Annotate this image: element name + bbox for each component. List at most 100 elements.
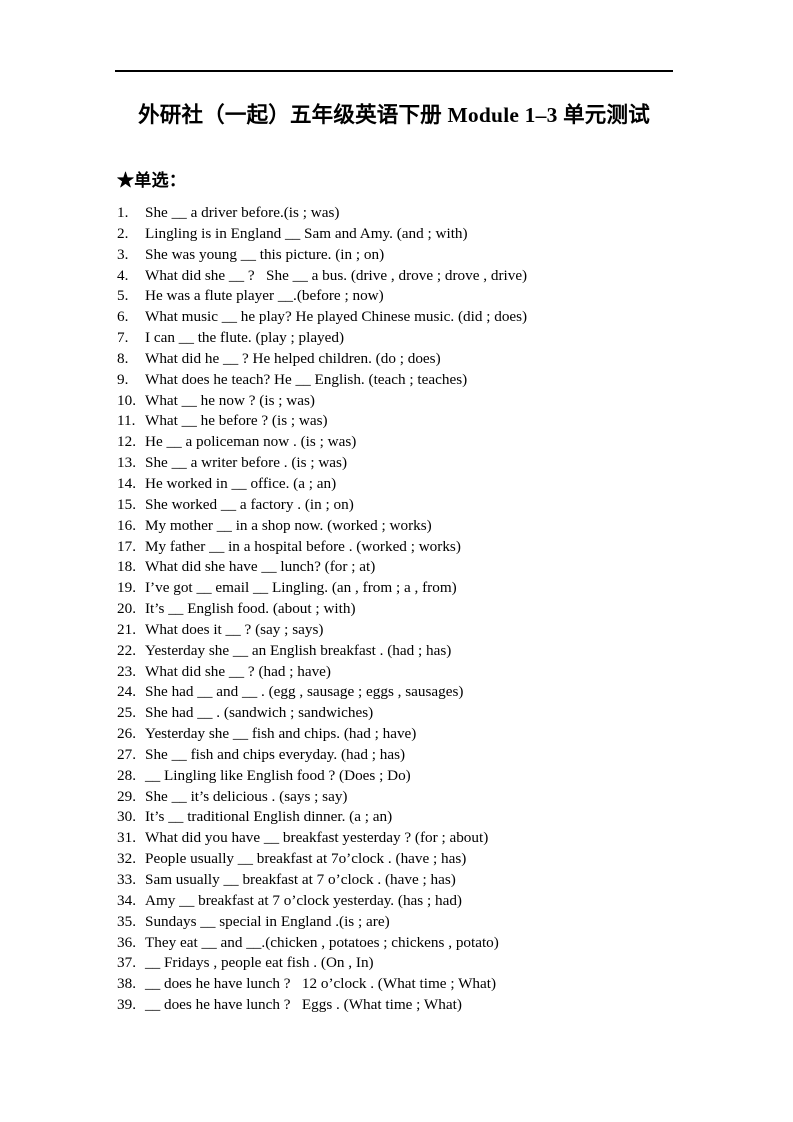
question-text: It’s __ English food. (about ; with) [145,600,356,618]
question-text: She __ a driver before.(is ; was) [145,204,340,221]
question-item: 34. Amy __ breakfast at 7 o’clock yesterd… [117,891,717,912]
question-item: 26. Yesterday she __ fish and chips. (had… [117,724,717,745]
question-item: 39. __ does he have lunch ? Eggs . (What … [117,995,717,1016]
question-text: She __ it’s delicious . (says ; say) [145,787,348,805]
question-text: What did she __ ? (had ; have) [145,662,331,680]
question-text: People usually __ breakfast at 7o’clock … [145,850,467,868]
question-number: 18. [117,558,136,576]
question-text: She had __ and __ . (egg , sausage ; egg… [145,683,464,701]
question-item: 38. __ does he have lunch ? 12 o’clock . … [117,974,717,995]
question-number: 36. [117,933,136,951]
question-text: He __ a policeman now . (is ; was) [145,433,357,451]
question-item: 28. __ Lingling like English food ? (Does… [117,766,717,787]
question-number: 31. [117,829,136,847]
page-title: 外研社（一起）五年级英语下册 Module 1–3 单元测试 [138,103,650,127]
question-item: 1. She __ a driver before.(is ; was) [117,203,717,224]
question-text: My father __ in a hospital before . (wor… [145,537,461,555]
question-item: 22. Yesterday she __ an English breakfast… [117,641,717,662]
question-text: She had __ . (sandwich ; sandwiches) [145,704,374,722]
question-text: She was young __ this picture. (in ; on) [145,245,385,263]
question-text: Sam usually __ breakfast at 7 o’clock . … [145,871,456,888]
question-number: 11. [117,412,136,430]
question-text: __ does he have lunch ? 12 o’clock . (Wh… [145,975,497,993]
question-text: She __ fish and chips everyday. (had ; h… [145,745,406,763]
question-number: 1. [117,204,129,221]
question-text: What __ he now ? (is ; was) [145,391,315,409]
question-text: He was a flute player __.(before ; now) [145,287,384,305]
question-number: 39. [117,996,136,1014]
question-number: 4. [117,266,129,284]
question-number: 2. [117,224,129,242]
question-item: 7. I can __ the flute. (play ; played) [117,328,717,349]
question-item: 24. She had __ and __ . (egg , sausage ; … [117,682,717,703]
question-number: 15. [117,495,136,513]
question-text: Amy __ breakfast at 7 o’clock yesterday.… [145,891,462,909]
question-text: What does he teach? He __ English. (teac… [145,370,468,388]
question-text: My mother __ in a shop now. (worked ; wo… [145,516,432,534]
question-item: 29. She __ it’s delicious . (says ; say) [117,787,717,808]
question-number: 14. [117,474,136,492]
question-text: Sundays __ special in England .(is ; are… [145,912,390,930]
question-number: 34. [117,891,136,909]
question-item: 9. What does he teach? He __ English. (te… [117,370,717,391]
question-item: 25. She had __ . (sandwich ; sandwiches) [117,703,717,724]
question-item: 23. What did she __ ? (had ; have) [117,662,717,683]
question-item: 4. What did she __ ? She __ a bus. (drive… [117,266,717,287]
question-item: 27. She __ fish and chips everyday. (had … [117,745,717,766]
question-item: 32. People usually __ breakfast at 7o’clo… [117,849,717,870]
question-text: It’s __ traditional English dinner. (a ;… [145,808,393,826]
header-divider [115,70,673,72]
question-text: Yesterday she __ fish and chips. (had ; … [145,725,417,743]
question-number: 9. [117,370,129,388]
question-number: 32. [117,850,136,868]
question-text: __ Lingling like English food ? (Does ; … [145,766,411,784]
question-number: 27. [117,745,136,763]
question-item: 8. What did he __ ? He helped children. (… [117,349,717,370]
question-number: 6. [117,308,129,326]
question-number: 19. [117,579,136,597]
section-header-multiple-choice: ★单选： [117,171,187,190]
question-item: 14. He worked in __ office. (a ; an) [117,474,717,495]
question-number: 16. [117,516,136,534]
question-text: What did she __ ? She __ a bus. (drive ,… [145,266,528,284]
question-number: 23. [117,662,136,680]
question-text: She __ a writer before . (is ; was) [145,454,348,472]
question-number: 38. [117,975,136,993]
question-text: She worked __ a factory . (in ; on) [145,495,354,513]
question-text: I can __ the flute. (play ; played) [145,329,345,347]
question-item: 33. Sam usually __ breakfast at 7 o’clock… [117,870,717,891]
question-text: He worked in __ office. (a ; an) [145,474,337,492]
question-text: What __ he before ? (is ; was) [145,412,328,430]
question-item: 3. She was young __ this picture. (in ; o… [117,245,717,266]
question-number: 21. [117,620,136,638]
question-number: 20. [117,600,136,618]
question-text: What did she have __ lunch? (for ; at) [145,558,376,576]
question-number: 30. [117,808,136,826]
question-item: 5. He was a flute player __.(before ; now… [117,286,717,307]
question-number: 17. [117,537,136,555]
question-text: What does it __ ? (say ; says) [145,620,324,638]
question-number: 24. [117,683,136,701]
question-number: 10. [117,391,136,409]
question-number: 29. [117,787,136,805]
question-text: Yesterday she __ an English breakfast . … [145,641,452,659]
question-item: 12. He __ a policeman now . (is ; was) [117,432,717,453]
question-number: 12. [117,433,136,451]
question-item: 21. What does it __ ? (say ; says) [117,620,717,641]
question-text: What did he __ ? He helped children. (do… [145,349,441,367]
question-text: They eat __ and __.(chicken , potatoes ;… [145,933,499,951]
question-number: 33. [117,871,136,888]
question-number: 7. [117,329,129,347]
question-item: 10. What __ he now ? (is ; was) [117,391,717,412]
question-item: 31. What did you have __ breakfast yester… [117,828,717,849]
question-item: 11. What __ he before ? (is ; was) [117,411,717,432]
question-number: 26. [117,725,136,743]
question-item: 18. What did she have __ lunch? (for ; at… [117,557,717,578]
question-item: 30. It’s __ traditional English dinner. (… [117,807,717,828]
question-item: 6. What music __ he play? He played Chine… [117,307,717,328]
worksheet-page: 外研社（一起）五年级英语下册 Module 1–3 单元测试 ★单选： 1. Sh… [0,0,793,1122]
question-item: 35. Sundays __ special in England .(is ; … [117,912,717,933]
question-number: 13. [117,454,136,472]
question-item: 36. They eat __ and __.(chicken , potatoe… [117,933,717,954]
question-number: 35. [117,912,136,930]
